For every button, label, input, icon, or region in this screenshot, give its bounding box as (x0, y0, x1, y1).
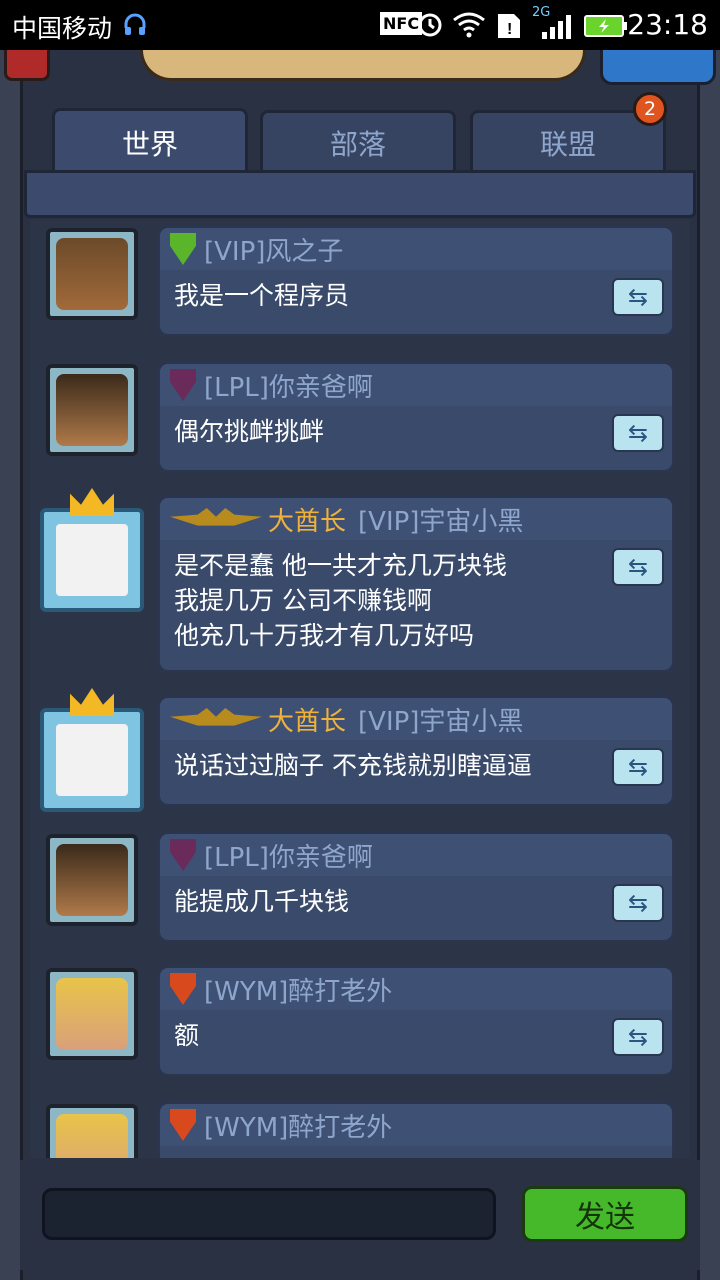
list-item: [VIP]风之子 我是一个程序员 ⇆ (30, 226, 690, 336)
crown-icon (70, 688, 114, 716)
message-header: [VIP]风之子 (160, 228, 672, 270)
frame-right-border (697, 50, 720, 1280)
tab-content-header (24, 170, 696, 218)
alarm-icon (416, 10, 444, 40)
message-text: 额 (174, 1021, 200, 1050)
tab-tribe[interactable]: 部落 (260, 110, 456, 172)
sender-name: [WYM]醉打老外 (204, 976, 393, 1007)
sender-name: [WYM]醉打老外 (204, 1112, 393, 1143)
list-item: [LPL]你亲爸啊 能提成几千块钱 ⇆ (30, 832, 690, 942)
message-list[interactable]: [VIP]风之子 我是一个程序员 ⇆ [LPL]你亲爸啊 偶尔挑衅挑衅 ⇆ 大酋… (30, 220, 690, 1158)
corner-panel-button[interactable] (600, 50, 716, 85)
list-item: 大酋长 [VIP]宇宙小黑 说话过过脑子 不充钱就别瞎逼逼 ⇆ (30, 688, 690, 812)
message-text: 我是一个程序员 (174, 281, 350, 310)
sender-name: [VIP]宇宙小黑 (358, 706, 524, 737)
long-hair-warrior-portrait (56, 374, 128, 446)
avatar[interactable] (46, 228, 138, 320)
rank-shield-icon (170, 233, 196, 265)
message-text: 说话过过脑子 不充钱就别瞎逼逼 (174, 751, 532, 780)
tab-world[interactable]: 世界 (52, 108, 248, 174)
chief-title: 大酋长 (268, 706, 347, 737)
message-header: [LPL]你亲爸啊 (160, 364, 672, 406)
reply-icon[interactable]: ⇆ (612, 884, 664, 922)
message-line: 是不是蠢 他一共才充几万块钱 (174, 551, 507, 580)
avatar[interactable] (46, 364, 138, 456)
list-item: [WYM]醉打老外 (30, 1102, 690, 1158)
list-item: [WYM]醉打老外 额 ⇆ (30, 966, 690, 1076)
message-header: [WYM]醉打老外 (160, 968, 672, 1010)
message-bubble: [WYM]醉打老外 (158, 1102, 674, 1158)
status-bar: 中国移动 NFC ! 2G 23:18 (0, 0, 720, 50)
list-item: 大酋长 [VIP]宇宙小黑 是不是蠢 他一共才充几万块钱 我提几万 公司不赚钱啊… (30, 488, 690, 672)
alliance-unread-badge: 2 (633, 92, 667, 126)
meme-face-portrait (56, 524, 128, 596)
reply-icon[interactable]: ⇆ (612, 1018, 664, 1056)
message-bubble: [WYM]醉打老外 额 ⇆ (158, 966, 674, 1076)
sim-alert-icon: ! (496, 10, 522, 40)
message-line: 他充几十万我才有几万好吗 (174, 621, 475, 650)
message-bubble: [LPL]你亲爸啊 偶尔挑衅挑衅 ⇆ (158, 362, 674, 472)
message-text: 偶尔挑衅挑衅 (174, 417, 325, 446)
avatar[interactable] (40, 508, 144, 612)
rank-shield-icon (170, 369, 196, 401)
rank-shield-icon (170, 839, 196, 871)
frame-left-border (0, 50, 23, 1280)
sender-name: [LPL]你亲爸啊 (204, 372, 373, 403)
message-text: 是不是蠢 他一共才充几万块钱 我提几万 公司不赚钱啊 他充几十万我才有几万好吗 (160, 540, 672, 667)
sender-name: [VIP]风之子 (204, 236, 344, 267)
long-hair-warrior-portrait (56, 844, 128, 916)
headset-icon (122, 12, 148, 42)
battery-icon (584, 14, 628, 44)
blonde-woman-portrait (56, 978, 128, 1050)
reply-icon[interactable]: ⇆ (612, 748, 664, 786)
sender-name: [VIP]宇宙小黑 (358, 506, 524, 537)
crown-icon (70, 488, 114, 516)
reply-icon[interactable]: ⇆ (612, 548, 664, 586)
signal-icon (540, 14, 572, 44)
message-header: [LPL]你亲爸啊 (160, 834, 672, 876)
meme-face-portrait (56, 724, 128, 796)
clock: 23:18 (627, 8, 708, 41)
chief-title: 大酋长 (268, 506, 347, 537)
message-text (160, 1146, 672, 1158)
blonde-woman-portrait (56, 1114, 128, 1158)
carrier-name: 中国移动 (12, 14, 113, 43)
message-header: 大酋长 [VIP]宇宙小黑 (160, 698, 672, 740)
chief-wings-icon (170, 508, 262, 526)
close-button[interactable] (4, 50, 50, 81)
title-plate (140, 50, 586, 81)
list-item: [LPL]你亲爸啊 偶尔挑衅挑衅 ⇆ (30, 362, 690, 472)
chat-input[interactable] (42, 1188, 496, 1240)
message-header: [WYM]醉打老外 (160, 1104, 672, 1146)
sender-name: [LPL]你亲爸啊 (204, 842, 373, 873)
message-bubble: 大酋长 [VIP]宇宙小黑 说话过过脑子 不充钱就别瞎逼逼 ⇆ (158, 696, 674, 806)
message-line: 我提几万 公司不赚钱啊 (174, 586, 432, 615)
message-text: 能提成几千块钱 (174, 887, 350, 916)
message-bubble: 大酋长 [VIP]宇宙小黑 是不是蠢 他一共才充几万块钱 我提几万 公司不赚钱啊… (158, 496, 674, 672)
wifi-icon (452, 10, 486, 40)
avatar[interactable] (46, 1104, 138, 1158)
svg-text:!: ! (507, 21, 512, 38)
message-header: 大酋长 [VIP]宇宙小黑 (160, 498, 672, 540)
avatar[interactable] (40, 708, 144, 812)
avatar[interactable] (46, 834, 138, 926)
chief-wings-icon (170, 708, 262, 726)
avatar[interactable] (46, 968, 138, 1060)
rank-shield-icon (170, 973, 196, 1005)
reply-icon[interactable]: ⇆ (612, 278, 664, 316)
bearded-warrior-portrait (56, 238, 128, 310)
rank-shield-icon (170, 1109, 196, 1141)
reply-icon[interactable]: ⇆ (612, 414, 664, 452)
send-button[interactable]: 发送 (522, 1186, 688, 1242)
message-bubble: [VIP]风之子 我是一个程序员 ⇆ (158, 226, 674, 336)
message-bubble: [LPL]你亲爸啊 能提成几千块钱 ⇆ (158, 832, 674, 942)
